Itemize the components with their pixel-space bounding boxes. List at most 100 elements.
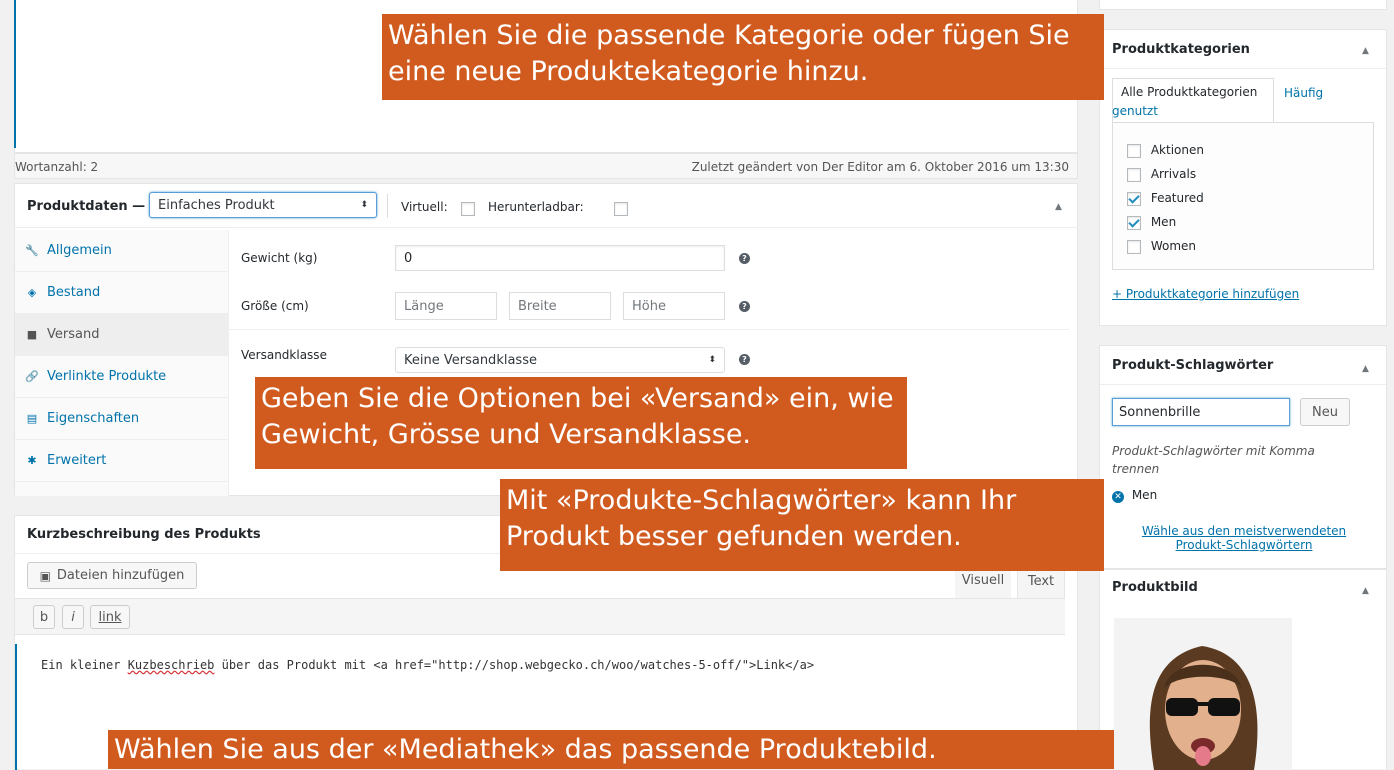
virtual-checkbox[interactable] <box>461 201 475 216</box>
bold-label: b <box>39 609 49 625</box>
panel-divider <box>229 329 1069 330</box>
product-data-tabs: 🔧 Allgemein ◈ Bestand ■ Versand 🔗 Verlinkte … <box>15 230 229 496</box>
category-label: Men <box>1150 215 1177 229</box>
tags-header-line <box>1100 384 1386 385</box>
italic-button[interactable]: i <box>62 605 84 629</box>
length-input[interactable]: Länge <box>395 292 497 320</box>
collapse-toggle-icon[interactable]: ▲ <box>1362 586 1369 596</box>
add-tag-label: Neu <box>1312 404 1338 420</box>
category-label: Arrivals <box>1150 167 1197 181</box>
category-item[interactable]: Aktionen <box>1127 143 1204 158</box>
tab-label: Allgemein <box>47 243 112 258</box>
product-image-box: Produktbild ▲ <box>1099 569 1387 770</box>
tab-erweitert[interactable]: ✱ Erweitert <box>15 440 228 482</box>
add-media-button[interactable]: ▣ Dateien hinzufügen <box>27 562 197 589</box>
wrench-icon: 🔧 <box>25 244 39 257</box>
categories-title: Produktkategorien <box>1112 42 1250 57</box>
italic-label: i <box>71 609 75 625</box>
category-checkbox[interactable] <box>1127 167 1141 182</box>
categories-list: Aktionen Arrivals Featured Men Women <box>1112 122 1374 270</box>
height-input[interactable]: Höhe <box>623 292 725 320</box>
link-button[interactable]: link <box>90 605 130 629</box>
category-checkbox[interactable] <box>1127 239 1141 254</box>
tab-bestand[interactable]: ◈ Bestand <box>15 272 228 314</box>
width-placeholder: Breite <box>518 299 557 314</box>
tab-popular-label: Häufig genutzt <box>1112 86 1324 118</box>
gear-icon: ✱ <box>27 454 37 467</box>
downloadable-checkbox[interactable] <box>614 201 629 216</box>
callout-tags: Mit «Produkte-Schlagwörter» kann Ihr Pro… <box>500 479 1104 571</box>
weight-value: 0 <box>404 251 413 266</box>
textarea-content: Ein kleiner Kuzbeschrieb über das Produk… <box>41 658 814 672</box>
help-icon: ? <box>739 301 750 312</box>
collapse-toggle-icon[interactable]: ▲ <box>1362 364 1369 374</box>
add-tag-button[interactable]: Neu <box>1300 398 1350 426</box>
tab-popular-categories[interactable]: Häufig genutzt <box>1112 84 1372 120</box>
tab-text-label: Text <box>1027 574 1055 589</box>
product-type-select[interactable]: Einfaches Produkt ⬍ <box>149 192 377 218</box>
last-modified: Zuletzt geändert von Der Editor am 6. Ok… <box>691 160 1069 174</box>
tag-input[interactable]: Sonnenbrille <box>1112 398 1290 426</box>
category-checkbox[interactable] <box>1127 191 1141 206</box>
select-arrows-icon: ⬍ <box>360 200 368 210</box>
product-data-header: Produktdaten — Einfaches Produkt ⬍ Virtu… <box>15 184 1077 228</box>
category-label: Women <box>1150 239 1197 253</box>
link-label: link <box>98 609 122 625</box>
category-item[interactable]: Arrivals <box>1127 167 1196 182</box>
add-media-label: Dateien hinzufügen <box>56 568 185 583</box>
shipping-class-value: Keine Versandklasse <box>404 352 537 368</box>
tag-icon: ◈ <box>27 286 37 299</box>
bold-button[interactable]: b <box>33 605 55 629</box>
category-item[interactable]: Featured <box>1127 191 1204 206</box>
top-sidebar-box <box>1099 0 1387 10</box>
textarea-focus-line <box>15 644 17 770</box>
tab-label: Versand <box>47 327 100 342</box>
weight-input[interactable]: 0 <box>395 245 725 271</box>
width-input[interactable]: Breite <box>509 292 611 320</box>
word-count: Wortanzahl: 2 <box>15 160 99 174</box>
height-placeholder: Höhe <box>632 299 666 314</box>
product-data-title: Produktdaten — <box>27 199 146 214</box>
tab-versand[interactable]: ■ Versand <box>15 314 228 356</box>
tab-verlinkte-produkte[interactable]: 🔗 Verlinkte Produkte <box>15 356 228 398</box>
tab-allgemein[interactable]: 🔧 Allgemein <box>15 230 228 272</box>
product-image-thumbnail[interactable] <box>1114 618 1292 770</box>
help-icon: ? <box>739 354 750 365</box>
category-label: Aktionen <box>1150 143 1204 157</box>
content-text: Ein kleiner <box>41 658 128 672</box>
editor-status-bar: Wortanzahl: 2 Zuletzt geändert von Der E… <box>14 153 1078 179</box>
tab-eigenschaften[interactable]: ▤ Eigenschaften <box>15 398 228 440</box>
tab-visual-label: Visuell <box>961 573 1005 588</box>
category-item[interactable]: Men <box>1127 215 1176 230</box>
help-icon: ? <box>739 253 750 264</box>
tab-label: Erweitert <box>47 453 107 468</box>
remove-tag-icon[interactable]: ✕ <box>1112 491 1124 503</box>
tab-label: Bestand <box>47 285 101 300</box>
media-icon: ▣ <box>39 568 51 583</box>
most-used-tags-link[interactable]: Wähle aus den meistverwendeten Produkt-S… <box>1124 524 1364 552</box>
category-checkbox[interactable] <box>1127 215 1141 230</box>
add-category-link[interactable]: + Produktkategorie hinzufügen <box>1112 287 1299 301</box>
tags-hint: Produkt-Schlagwörter mit Komma trennen <box>1112 444 1315 476</box>
virtual-label: Virtuell: <box>401 200 448 214</box>
collapse-toggle-icon[interactable]: ▲ <box>1055 202 1062 212</box>
tab-visual[interactable]: Visuell <box>955 568 1011 598</box>
categories-box: Produktkategorien ▲ Alle Produktkategori… <box>1099 29 1387 326</box>
category-item[interactable]: Women <box>1127 239 1196 254</box>
category-checkbox[interactable] <box>1127 143 1141 158</box>
quicktags-toolbar: b i link <box>15 598 1065 635</box>
product-type-value: Einfaches Produkt <box>158 197 275 213</box>
header-divider <box>387 194 388 218</box>
tag-item: ✕ Men <box>1112 488 1157 503</box>
tab-label: Eigenschaften <box>47 411 140 426</box>
shipping-class-label: Versandklasse <box>241 348 327 362</box>
weight-label: Gewicht (kg) <box>241 251 318 265</box>
downloadable-label: Herunterladbar: <box>488 200 584 214</box>
categories-header-line <box>1100 68 1386 69</box>
tab-label: Verlinkte Produkte <box>47 369 167 384</box>
tags-box: Produkt-Schlagwörter ▲ Sonnenbrille Neu … <box>1099 345 1387 569</box>
product-image-title: Produktbild <box>1112 580 1198 595</box>
shipping-class-select[interactable]: Keine Versandklasse ⬍ <box>395 347 725 373</box>
tab-text[interactable]: Text <box>1017 568 1065 598</box>
collapse-toggle-icon[interactable]: ▲ <box>1362 46 1369 56</box>
